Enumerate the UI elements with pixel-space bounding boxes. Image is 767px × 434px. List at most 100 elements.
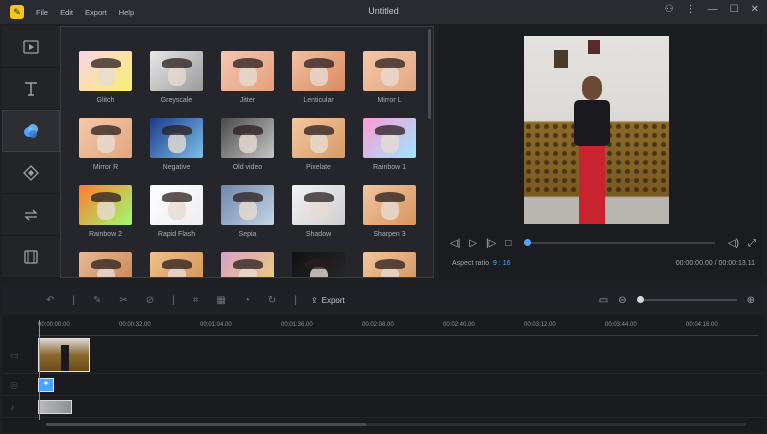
- effect-item[interactable]: [150, 252, 203, 277]
- effect-item[interactable]: [221, 252, 274, 277]
- timecode: 00:00:00.00 / 00:00:13.11: [675, 260, 755, 267]
- delete-icon[interactable]: ⊘: [146, 295, 154, 306]
- media-icon: [23, 39, 39, 54]
- thumbnail-face: [97, 133, 115, 153]
- thumbnail-hat: [91, 259, 121, 269]
- aspect-ratio-value[interactable]: 9 : 16: [493, 260, 511, 267]
- export-button[interactable]: ⇪ Export: [311, 296, 345, 305]
- playhead[interactable]: [39, 320, 40, 420]
- mosaic-icon[interactable]: ▦: [216, 295, 225, 306]
- effect-item[interactable]: Shadow: [292, 185, 345, 238]
- ruler-tick-label: 00:00:00.00: [38, 322, 70, 328]
- seek-knob[interactable]: [524, 239, 532, 246]
- effect-item[interactable]: [363, 252, 416, 277]
- crop-icon[interactable]: ⌗: [193, 295, 199, 306]
- maximize-icon[interactable]: ☐: [730, 4, 739, 15]
- effect-item[interactable]: Rainbow 1: [363, 118, 416, 171]
- next-frame-icon[interactable]: |▷: [486, 238, 496, 249]
- audio-clip[interactable]: [38, 400, 72, 414]
- film-icon: [24, 249, 38, 264]
- video-clip[interactable]: [38, 338, 90, 372]
- thumbnail-hat: [375, 192, 405, 202]
- rotate-icon[interactable]: ↻: [268, 295, 276, 306]
- effect-track-icon: ◎: [10, 380, 18, 390]
- effect-thumbnail: [292, 252, 345, 277]
- nav-media[interactable]: [2, 26, 60, 68]
- divider: |: [72, 294, 75, 306]
- video-track: ▭: [2, 338, 765, 374]
- effect-label: Sepia: [238, 231, 257, 238]
- effect-thumbnail: [292, 118, 345, 158]
- effect-clip[interactable]: ✦: [38, 378, 54, 392]
- fit-icon[interactable]: ▭: [599, 295, 608, 306]
- effect-item[interactable]: [292, 252, 345, 277]
- menu-file[interactable]: File: [36, 8, 48, 17]
- effect-item[interactable]: Sharpen 3: [363, 185, 416, 238]
- thumbnail-hat: [162, 58, 192, 68]
- effect-item[interactable]: Mirror L: [363, 51, 416, 104]
- thumbnail-face: [310, 200, 328, 220]
- effects-scrollbar[interactable]: [428, 29, 431, 119]
- thumbnail-hat: [91, 58, 121, 68]
- effect-thumbnail: [221, 51, 274, 91]
- zoom-in-icon[interactable]: ⊕: [747, 295, 755, 306]
- nav-film[interactable]: [2, 236, 60, 278]
- thumbnail-face: [168, 133, 186, 153]
- effect-item[interactable]: Rainbow 2: [79, 185, 132, 238]
- fullscreen-icon[interactable]: ⤢: [748, 238, 756, 249]
- thumbnail-face: [168, 66, 186, 86]
- zoom-out-icon[interactable]: ⊖: [618, 295, 626, 306]
- minimize-icon[interactable]: —: [708, 4, 718, 15]
- effect-label: Old video: [232, 164, 263, 171]
- nav-transition[interactable]: [2, 194, 60, 236]
- effect-thumbnail: [221, 118, 274, 158]
- menu-export[interactable]: Export: [85, 8, 107, 17]
- thumbnail-hat: [162, 125, 192, 135]
- effect-item[interactable]: [79, 252, 132, 277]
- split-icon[interactable]: ✂: [119, 295, 127, 306]
- effect-item[interactable]: Jitter: [221, 51, 274, 104]
- effect-item[interactable]: Mirror R: [79, 118, 132, 171]
- edit-icon[interactable]: ✎: [93, 295, 101, 306]
- effect-item[interactable]: Sepia: [221, 185, 274, 238]
- nav-text[interactable]: [2, 68, 60, 110]
- preview-panel: ◁| ▷ |▷ □ ◁) ⤢ Aspect ratio 9 : 16 00:00:…: [438, 26, 763, 278]
- effect-item[interactable]: Pixelate: [292, 118, 345, 171]
- effect-item[interactable]: Lenticular: [292, 51, 345, 104]
- volume-icon[interactable]: ◁): [728, 238, 739, 249]
- zoom-slider[interactable]: [636, 296, 737, 303]
- previous-frame-icon[interactable]: ◁|: [450, 238, 460, 249]
- stop-icon[interactable]: □: [505, 238, 511, 249]
- thumbnail-hat: [304, 125, 334, 135]
- time-ruler[interactable]: 00:00:00.00 00:00:32.00 00:01:04.00 00:01:3…: [38, 320, 758, 336]
- timeline: 00:00:00.00 00:00:32.00 00:01:04.00 00:01:3…: [2, 316, 765, 432]
- effect-thumbnail: [363, 185, 416, 225]
- effect-item[interactable]: Glitch: [79, 51, 132, 104]
- speed-icon[interactable]: ◔: [244, 295, 250, 306]
- timeline-scroll-thumb[interactable]: [46, 423, 366, 426]
- seek-bar[interactable]: [524, 239, 715, 246]
- nav-overlay[interactable]: [2, 152, 60, 194]
- play-icon[interactable]: ▷: [469, 238, 477, 249]
- close-icon[interactable]: ✕: [751, 4, 759, 15]
- thumbnail-hat: [233, 259, 263, 269]
- nav-filters[interactable]: [2, 110, 60, 152]
- zoom-knob[interactable]: [636, 296, 644, 303]
- effect-thumbnail: [150, 51, 203, 91]
- effect-item[interactable]: Rapid Flash: [150, 185, 203, 238]
- menu-help[interactable]: Help: [119, 8, 134, 17]
- effect-label: Jitter: [239, 97, 256, 104]
- user-icon[interactable]: ⚇: [665, 4, 674, 15]
- thumbnail-face: [381, 66, 399, 86]
- effect-label: Rainbow 2: [88, 231, 123, 238]
- more-icon[interactable]: ⋮: [686, 4, 696, 15]
- effect-item[interactable]: Greyscale: [150, 51, 203, 104]
- menu-edit[interactable]: Edit: [60, 8, 73, 17]
- audio-track-icon: ♪: [10, 402, 15, 412]
- left-nav: [2, 26, 60, 278]
- undo-icon[interactable]: ↶: [46, 295, 54, 306]
- timeline-scrollbar[interactable]: [46, 423, 746, 426]
- effect-item[interactable]: Old video: [221, 118, 274, 171]
- effect-label: Mirror L: [377, 97, 402, 104]
- effect-item[interactable]: Negative: [150, 118, 203, 171]
